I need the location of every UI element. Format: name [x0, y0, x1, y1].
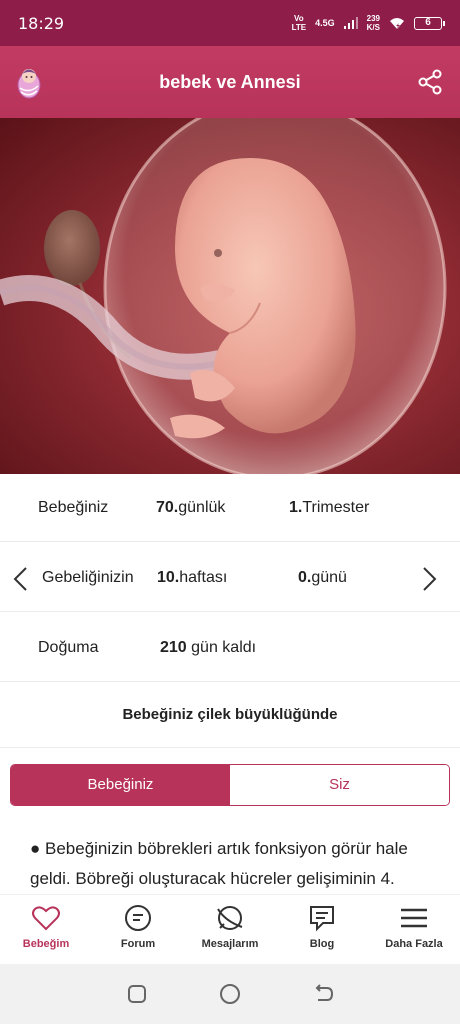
- menu-icon: [401, 908, 427, 928]
- status-time: 18:29: [18, 13, 65, 33]
- messages-icon: [217, 906, 243, 930]
- forum-icon: [125, 905, 151, 931]
- week-row: Gebeliğinizin 10.haftası 0.günü: [0, 544, 460, 612]
- age-label: Bebeğiniz: [38, 499, 109, 516]
- nav-item-blog[interactable]: Blog: [276, 895, 368, 964]
- baby-icon[interactable]: [14, 64, 44, 100]
- nav-label: Bebeğim: [22, 938, 70, 950]
- nav-item-messages[interactable]: Mesajlarım: [184, 895, 276, 964]
- previous-week-button[interactable]: [10, 566, 32, 592]
- network-indicator: 4.5G: [315, 17, 335, 28]
- baby-size-text: Bebeğiniz çilek büyüklüğünde: [0, 682, 460, 748]
- day-value: 0.günü: [298, 569, 347, 586]
- share-icon[interactable]: [416, 68, 444, 96]
- age-days: 70.günlük: [156, 499, 226, 516]
- system-navigation-bar: [0, 964, 460, 1024]
- nav-item-forum[interactable]: Forum: [92, 895, 184, 964]
- bottom-navigation: Bebeğim Forum Mesajlarım Blog Daha Fazla: [0, 894, 460, 964]
- battery-indicator: 6: [414, 16, 445, 30]
- week-value: 10.haftası: [157, 569, 228, 586]
- due-label: Doğuma: [38, 639, 99, 656]
- back-icon[interactable]: [311, 982, 335, 1006]
- days-left: 210 gün kaldı: [160, 639, 257, 656]
- due-row: Doğuma 210 gün kaldı: [0, 614, 460, 682]
- tab-baby[interactable]: Bebeğiniz: [11, 765, 230, 805]
- recent-apps-icon[interactable]: [125, 982, 149, 1006]
- fetus-illustration: [0, 118, 460, 474]
- nav-label: Daha Fazla: [385, 938, 443, 950]
- trimester: 1.Trimester: [289, 499, 370, 516]
- app-title: bebek ve Annesi: [159, 71, 301, 92]
- signal-icon: [343, 17, 358, 29]
- tab-mother[interactable]: Siz: [230, 765, 449, 805]
- nav-label: Blog: [309, 938, 335, 950]
- nav-item-bebegim[interactable]: Bebeğim: [0, 895, 92, 964]
- development-text: ● Bebeğinizin böbrekleri artık fonksiyon…: [30, 839, 408, 888]
- nav-label: Forum: [120, 938, 156, 950]
- home-icon[interactable]: [218, 982, 242, 1006]
- blog-icon: [310, 906, 334, 932]
- heart-icon: [32, 906, 60, 931]
- net-speed: 239 K/S: [366, 14, 380, 32]
- nav-label: Mesajlarım: [201, 938, 259, 950]
- next-week-button[interactable]: [418, 566, 440, 592]
- segment-tabs: Bebeğiniz Siz: [10, 764, 450, 806]
- wifi-icon: [390, 17, 404, 29]
- week-label: Gebeliğinizin: [42, 569, 134, 586]
- age-row: Bebeğiniz 70.günlük 1.Trimester: [0, 474, 460, 542]
- volte-indicator: Vo LTE: [291, 14, 307, 32]
- nav-item-more[interactable]: Daha Fazla: [368, 895, 460, 964]
- fetus-image: [0, 118, 447, 474]
- app-bar: bebek ve Annesi: [0, 46, 460, 118]
- status-bar: 18:29 Vo LTE 4.5G 239 K/S 6: [0, 0, 460, 46]
- status-indicators: Vo LTE 4.5G 239 K/S 6: [291, 14, 445, 32]
